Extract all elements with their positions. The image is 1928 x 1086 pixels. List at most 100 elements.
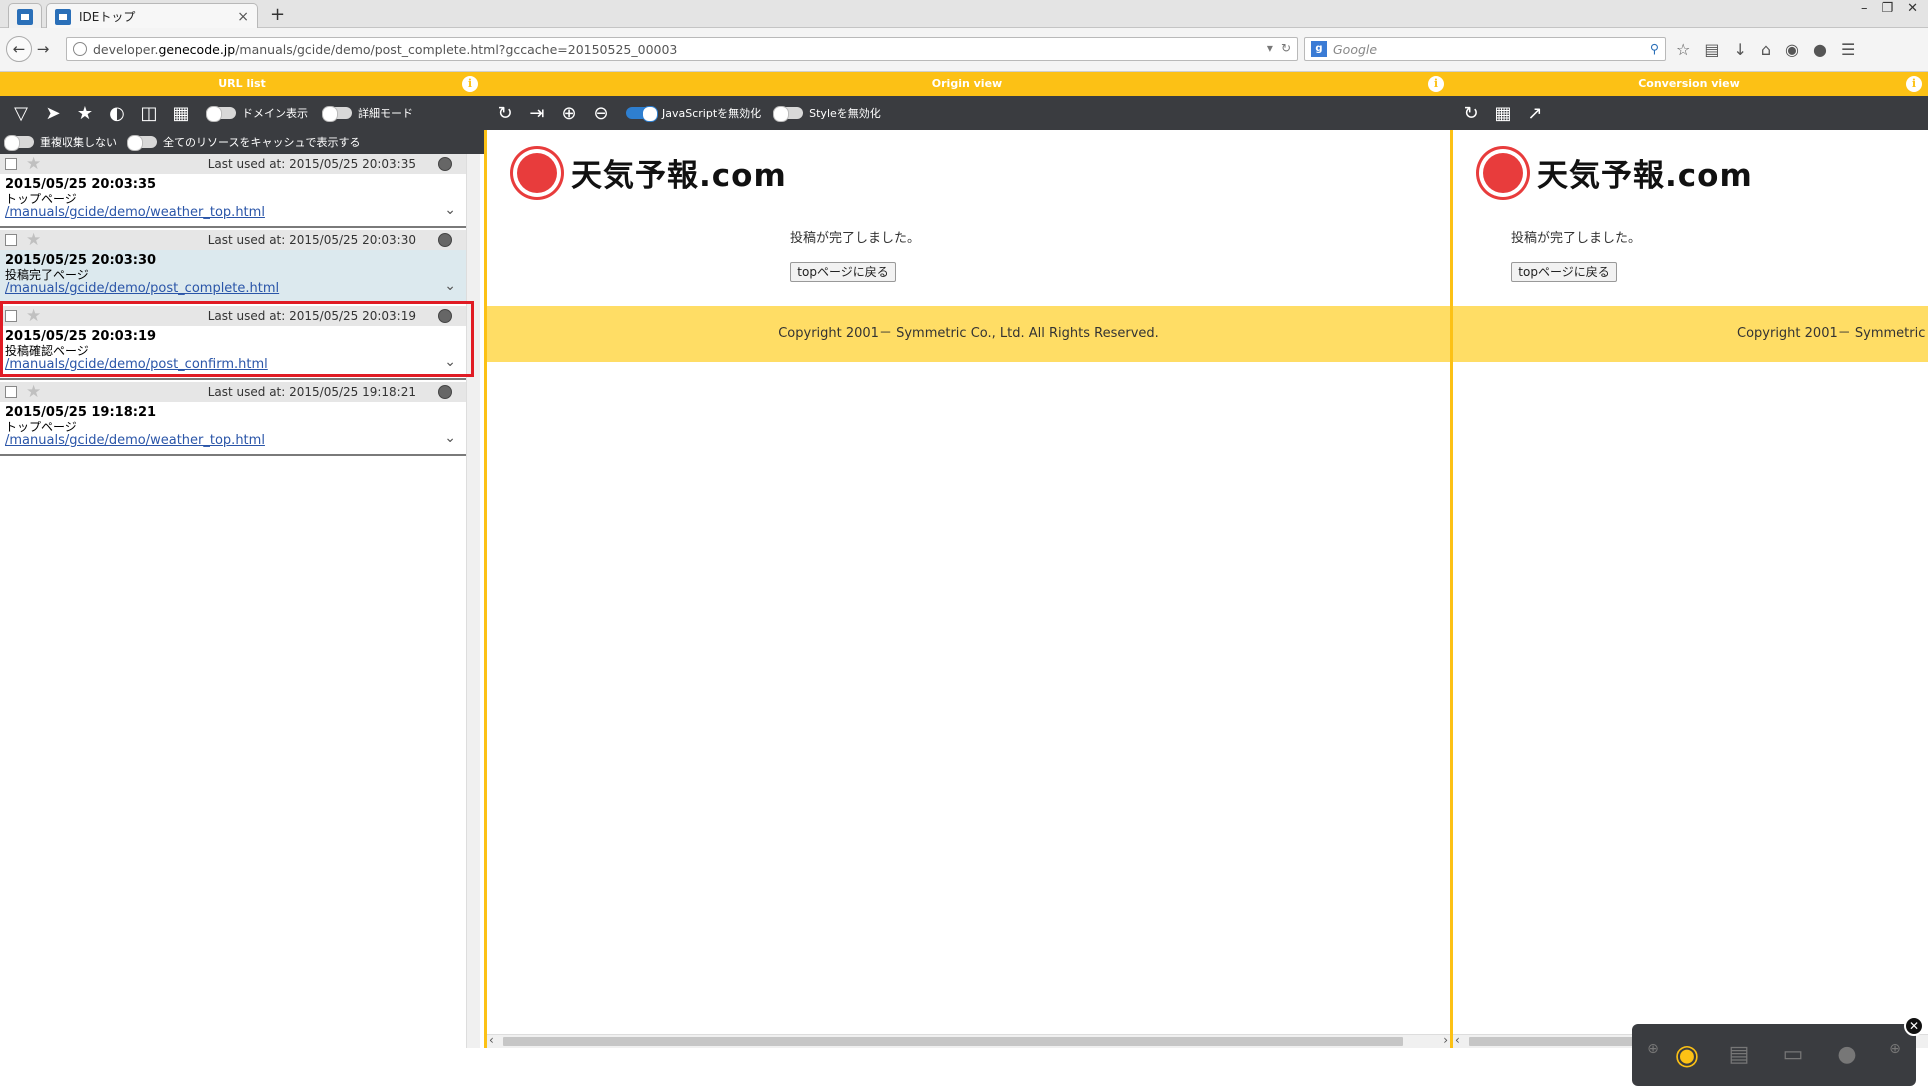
contrast-icon[interactable]: ◐ (106, 102, 128, 124)
back-to-top-button[interactable]: topページに戻る (790, 262, 896, 282)
complete-message: 投稿が完了しました。 (1511, 231, 1642, 246)
url-path: /manuals/gcide/demo/post_complete.html?g… (235, 41, 678, 57)
chevron-down-icon[interactable]: ⌄ (444, 430, 456, 446)
entry-link[interactable]: /manuals/gcide/demo/post_confirm.html (5, 357, 268, 372)
info-icon[interactable]: i (1906, 76, 1922, 92)
reload-icon[interactable]: ↻ (494, 102, 516, 124)
dropdown-icon[interactable]: ▾ (1267, 41, 1273, 55)
javascript-disable-toggle[interactable] (626, 106, 658, 122)
javascript-disable-label: JavaScriptを無効化 (662, 107, 762, 120)
entry-link[interactable]: /manuals/gcide/demo/weather_top.html (5, 205, 265, 220)
qr-code-icon[interactable]: ▦ (170, 102, 192, 124)
chevron-down-icon[interactable]: ⌄ (444, 202, 456, 218)
list-item[interactable]: ★ Last used at: 2015/05/25 20:03:35 2015… (0, 154, 466, 228)
search-box[interactable]: g Google ⚲ (1304, 37, 1666, 61)
expand-icon[interactable]: ↗ (1524, 102, 1546, 124)
pointer-icon[interactable]: ➤ (42, 102, 64, 124)
globe-icon[interactable] (438, 385, 452, 399)
site-logo[interactable]: 天気予報.com (1483, 150, 1753, 195)
forward-button[interactable]: → (34, 36, 52, 62)
entry-checkbox[interactable] (5, 234, 17, 246)
tab-ide-top[interactable]: IDEトップ × (46, 3, 258, 29)
site-title: 天気予報.com (571, 158, 787, 194)
pinned-tab[interactable] (8, 3, 42, 29)
site-footer: Copyright 2001－ Symmetric Co., Ltd. All … (487, 306, 1450, 362)
list-item[interactable]: ★ Last used at: 2015/05/25 20:03:30 2015… (0, 230, 466, 304)
site-logo[interactable]: 天気予報.com (517, 150, 787, 195)
cache-all-toggle[interactable] (127, 135, 157, 151)
no-duplicate-label: 重複収集しない (40, 136, 117, 149)
no-duplicate-toggle[interactable] (4, 135, 34, 151)
list-item[interactable]: ★ Last used at: 2015/05/25 19:18:21 2015… (0, 382, 466, 456)
menu-icon[interactable]: ☰ (1841, 40, 1855, 59)
close-tab-icon[interactable]: × (237, 9, 249, 25)
addon-icon[interactable]: ◉ (1785, 40, 1799, 59)
minimize-icon[interactable]: – (1861, 1, 1868, 16)
window-icon[interactable]: ▭ (1778, 1040, 1808, 1070)
horizontal-scrollbar[interactable]: ‹ › (487, 1033, 1450, 1048)
entry-link[interactable]: /manuals/gcide/demo/post_complete.html (5, 281, 279, 296)
star-icon[interactable]: ★ (26, 306, 41, 326)
filter-icon[interactable]: ▽ (10, 102, 32, 124)
copyright: Copyright 2001－ Symmetric Co., Ltd. All … (778, 326, 1159, 341)
restore-icon[interactable]: ❐ (1881, 1, 1893, 16)
zoom-controls-icon[interactable]: ⊕ (1638, 1034, 1668, 1064)
entry-link[interactable]: /manuals/gcide/demo/weather_top.html (5, 433, 265, 448)
url-list-header: URL list i (0, 72, 484, 96)
reload-icon[interactable]: ↻ (1281, 41, 1291, 55)
info-icon[interactable]: i (1428, 76, 1444, 92)
globe-icon[interactable] (438, 233, 452, 247)
download-icon[interactable]: ↓ (1733, 40, 1746, 59)
star-icon[interactable]: ★ (26, 230, 41, 250)
scroll-left-icon[interactable]: ‹ (1455, 1033, 1460, 1047)
globe-icon[interactable] (438, 157, 452, 171)
trash-icon[interactable]: ◫ (138, 102, 160, 124)
search-icon[interactable]: ⚲ (1650, 41, 1659, 56)
globe-icon[interactable] (438, 309, 452, 323)
sync-icon[interactable]: ● (1813, 40, 1827, 59)
zoom-out-icon[interactable]: ⊖ (590, 102, 612, 124)
back-button[interactable]: ← (6, 36, 32, 62)
back-to-top-button[interactable]: topページに戻る (1511, 262, 1617, 282)
home-icon[interactable]: ⌂ (1761, 40, 1771, 59)
url-list-scrollbar[interactable] (466, 154, 480, 1048)
qr-code-icon[interactable]: ▦ (1492, 102, 1514, 124)
chevron-down-icon[interactable]: ⌄ (444, 278, 456, 294)
scroll-right-icon[interactable]: › (1443, 1033, 1448, 1047)
star-icon[interactable]: ★ (26, 382, 41, 402)
style-disable-toggle[interactable] (773, 106, 804, 122)
style-disable-label: Styleを無効化 (809, 107, 881, 120)
bookmark-star-icon[interactable]: ☆ (1676, 40, 1690, 59)
close-window-icon[interactable]: ✕ (1907, 1, 1918, 16)
list-item[interactable]: ★ Last used at: 2015/05/25 20:03:19 2015… (0, 306, 466, 380)
palette-icon[interactable]: ● (1832, 1040, 1862, 1070)
address-bar[interactable]: developer. genecode.jp/manuals/gcide/demo… (66, 37, 1298, 61)
zoom-controls-icon[interactable]: ⊕ (1880, 1034, 1910, 1064)
chevron-down-icon[interactable]: ⌄ (444, 354, 456, 370)
panel-title: Origin view (931, 77, 1003, 90)
new-tab-button[interactable]: + (270, 4, 285, 25)
info-icon[interactable]: i (462, 76, 478, 92)
gcide-app: URL list i ▽ ➤ ★ ◐ ◫ ▦ ドメイン表示 詳細モード 重複収集… (0, 72, 1928, 1086)
scroll-thumb[interactable] (503, 1037, 1403, 1046)
zoom-in-icon[interactable]: ⊕ (558, 102, 580, 124)
detail-toggle[interactable] (322, 106, 352, 122)
open-external-icon[interactable]: ⇥ (526, 102, 548, 124)
url-list-toolbar: ▽ ➤ ★ ◐ ◫ ▦ ドメイン表示 詳細モード (0, 96, 484, 130)
scroll-left-icon[interactable]: ‹ (489, 1033, 494, 1047)
search-placeholder: Google (1333, 41, 1378, 57)
star-icon[interactable]: ★ (74, 102, 96, 124)
domain-toggle[interactable] (206, 106, 236, 122)
entry-checkbox[interactable] (5, 386, 17, 398)
google-icon[interactable]: g (1311, 41, 1327, 57)
conversion-view-panel: Conversion view i ↻ ▦ ↗ 天気予報.com 投稿が完了しま… (1450, 72, 1928, 1048)
server-icon[interactable]: ▤ (1724, 1040, 1754, 1070)
reading-list-icon[interactable]: ▤ (1704, 40, 1719, 59)
reload-icon[interactable]: ↻ (1460, 102, 1482, 124)
favicon-icon (17, 8, 33, 25)
entry-checkbox[interactable] (5, 158, 17, 170)
entry-checkbox[interactable] (5, 310, 17, 322)
globe-icon[interactable]: ◉ (1672, 1040, 1702, 1070)
star-icon[interactable]: ★ (26, 154, 41, 174)
close-icon[interactable]: ✕ (1904, 1016, 1924, 1036)
